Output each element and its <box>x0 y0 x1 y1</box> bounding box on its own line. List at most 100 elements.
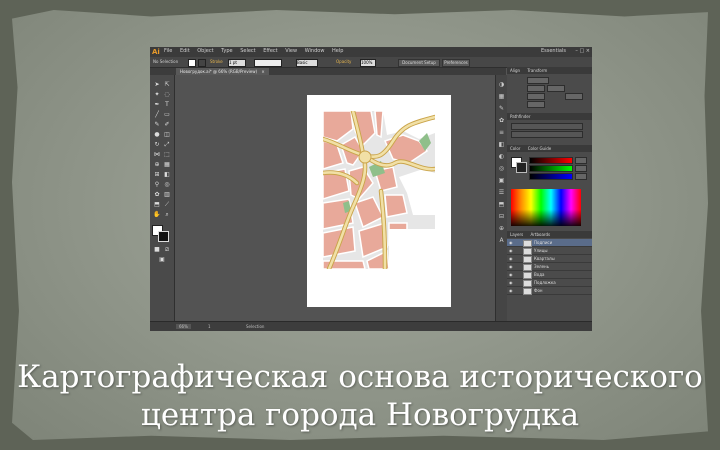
paintbrush-tool-icon[interactable]: ✎ <box>153 121 161 128</box>
mesh-tool-icon[interactable]: ⊞ <box>153 171 161 178</box>
menu-type[interactable]: Type <box>221 48 232 54</box>
blue-value-field[interactable] <box>575 173 587 180</box>
layers-panel-icon[interactable]: ☰ <box>498 189 505 196</box>
brushes-panel-icon[interactable]: ✎ <box>498 105 505 112</box>
stroke-weight-field[interactable]: 1 pt <box>228 59 246 67</box>
pen-tool-icon[interactable]: ✒ <box>153 101 161 108</box>
artboard[interactable] <box>307 95 451 307</box>
brush-definition[interactable] <box>254 59 282 67</box>
direct-selection-tool-icon[interactable]: ⇱ <box>163 81 171 88</box>
slice-tool-icon[interactable]: ⟋ <box>163 201 171 208</box>
graphic-style-field[interactable]: Basic <box>296 59 318 67</box>
tab-artboards[interactable]: Artboards <box>528 232 554 237</box>
color-panel-icon[interactable]: ◑ <box>498 81 505 88</box>
tab-align[interactable]: Align <box>507 68 523 73</box>
visibility-eye-icon[interactable]: ◉ <box>509 247 513 254</box>
type-panel-icon[interactable]: A <box>498 237 505 244</box>
green-slider[interactable] <box>529 165 573 172</box>
visibility-eye-icon[interactable]: ◉ <box>509 255 513 262</box>
layer-row[interactable]: ◉ Подложка <box>507 279 592 287</box>
tab-pathfinder[interactable]: Pathfinder <box>507 114 534 119</box>
magic-wand-tool-icon[interactable]: ✦ <box>153 91 161 98</box>
pathfinder-buttons[interactable] <box>511 123 583 130</box>
shape-builder-tool-icon[interactable]: ⊕ <box>153 161 161 168</box>
preferences-button[interactable]: Preferences <box>442 59 470 67</box>
graphic-styles-panel-icon[interactable]: ▣ <box>498 177 505 184</box>
scale-tool-icon[interactable]: ⤢ <box>163 141 171 148</box>
layer-row[interactable]: ◉ Вода <box>507 271 592 279</box>
eyedropper-tool-icon[interactable]: ⚲ <box>153 181 161 188</box>
blue-slider[interactable] <box>529 173 573 180</box>
screen-mode-icon[interactable]: ▣ <box>158 256 166 263</box>
green-value-field[interactable] <box>575 165 587 172</box>
visibility-eye-icon[interactable]: ◉ <box>509 271 513 278</box>
artboard-tool-icon[interactable]: ⬒ <box>153 201 161 208</box>
close-tab-icon[interactable]: × <box>261 69 264 74</box>
color-spectrum[interactable] <box>511 189 581 226</box>
align-panel-icon[interactable]: ⊟ <box>498 213 505 220</box>
pathfinder-panel-icon[interactable]: ⊕ <box>498 225 505 232</box>
layer-row[interactable]: ◉ Кварталы <box>507 255 592 263</box>
red-slider[interactable] <box>529 157 573 164</box>
tab-color[interactable]: Color <box>507 146 523 151</box>
zoom-tool-icon[interactable]: ⌕ <box>163 211 171 218</box>
menu-effect[interactable]: Effect <box>263 48 277 54</box>
selection-tool-icon[interactable]: ➤ <box>153 81 161 88</box>
lasso-tool-icon[interactable]: ◌ <box>163 91 171 98</box>
opacity-field[interactable]: 100% <box>360 59 376 67</box>
align-field[interactable] <box>527 93 545 100</box>
align-field[interactable] <box>527 77 549 84</box>
pathfinder-buttons[interactable] <box>511 131 583 138</box>
color-mode-icon[interactable]: ■ <box>153 246 161 253</box>
tab-color-guide[interactable]: Color Guide <box>525 146 554 151</box>
workspace-switcher[interactable]: Essentials <box>541 48 566 54</box>
visibility-eye-icon[interactable]: ◉ <box>509 239 513 246</box>
pencil-tool-icon[interactable]: ✐ <box>163 121 171 128</box>
layer-row[interactable]: ◉ Улицы <box>507 247 592 255</box>
menu-window[interactable]: Window <box>305 48 325 54</box>
blob-brush-tool-icon[interactable]: ● <box>153 131 161 138</box>
layer-row[interactable]: ◉ Зелень <box>507 263 592 271</box>
tab-transform[interactable]: Transform <box>524 68 550 73</box>
hand-tool-icon[interactable]: ✋ <box>153 211 161 218</box>
menu-select[interactable]: Select <box>240 48 255 54</box>
stroke-swatch[interactable] <box>198 59 206 67</box>
layer-row[interactable]: ◉ Фон <box>507 287 592 295</box>
menu-help[interactable]: Help <box>332 48 343 54</box>
align-field[interactable] <box>565 93 583 100</box>
document-setup-button[interactable]: Document Setup <box>398 59 440 67</box>
menu-edit[interactable]: Edit <box>180 48 190 54</box>
appearance-panel-icon[interactable]: ◎ <box>498 165 505 172</box>
layer-row[interactable]: ◉ Подписи <box>507 239 592 247</box>
window-controls[interactable]: – □ × <box>575 48 590 54</box>
rectangle-tool-icon[interactable]: ▭ <box>163 111 171 118</box>
column-graph-tool-icon[interactable]: ▥ <box>163 191 171 198</box>
visibility-eye-icon[interactable]: ◉ <box>509 279 513 286</box>
rotate-tool-icon[interactable]: ↻ <box>153 141 161 148</box>
symbol-sprayer-tool-icon[interactable]: ✿ <box>153 191 161 198</box>
width-tool-icon[interactable]: ⋈ <box>153 151 161 158</box>
color-panel-stroke-swatch[interactable] <box>516 162 527 173</box>
document-tab[interactable]: Новогрудок.ai* @ 66% (RGB/Preview) × <box>176 68 269 75</box>
stroke-color-swatch[interactable] <box>158 231 169 242</box>
swatches-panel-icon[interactable]: ▦ <box>498 93 505 100</box>
artboards-panel-icon[interactable]: ⬒ <box>498 201 505 208</box>
gradient-panel-icon[interactable]: ◧ <box>498 141 505 148</box>
menu-view[interactable]: View <box>285 48 297 54</box>
symbols-panel-icon[interactable]: ✿ <box>498 117 505 124</box>
tab-layers[interactable]: Layers <box>507 232 526 237</box>
artboard-navigation[interactable]: 1 <box>208 324 211 329</box>
stroke-label[interactable]: Stroke <box>210 59 223 64</box>
eraser-tool-icon[interactable]: ◫ <box>163 131 171 138</box>
blend-tool-icon[interactable]: ◎ <box>163 181 171 188</box>
red-value-field[interactable] <box>575 157 587 164</box>
visibility-eye-icon[interactable]: ◉ <box>509 263 513 270</box>
menu-object[interactable]: Object <box>197 48 213 54</box>
free-transform-tool-icon[interactable]: ⬚ <box>163 151 171 158</box>
stroke-panel-icon[interactable]: ≡ <box>498 129 505 136</box>
perspective-grid-tool-icon[interactable]: ▦ <box>163 161 171 168</box>
align-field[interactable] <box>527 101 545 108</box>
align-field[interactable] <box>547 85 565 92</box>
menu-file[interactable]: File <box>164 48 172 54</box>
zoom-level[interactable]: 66% <box>176 324 191 329</box>
